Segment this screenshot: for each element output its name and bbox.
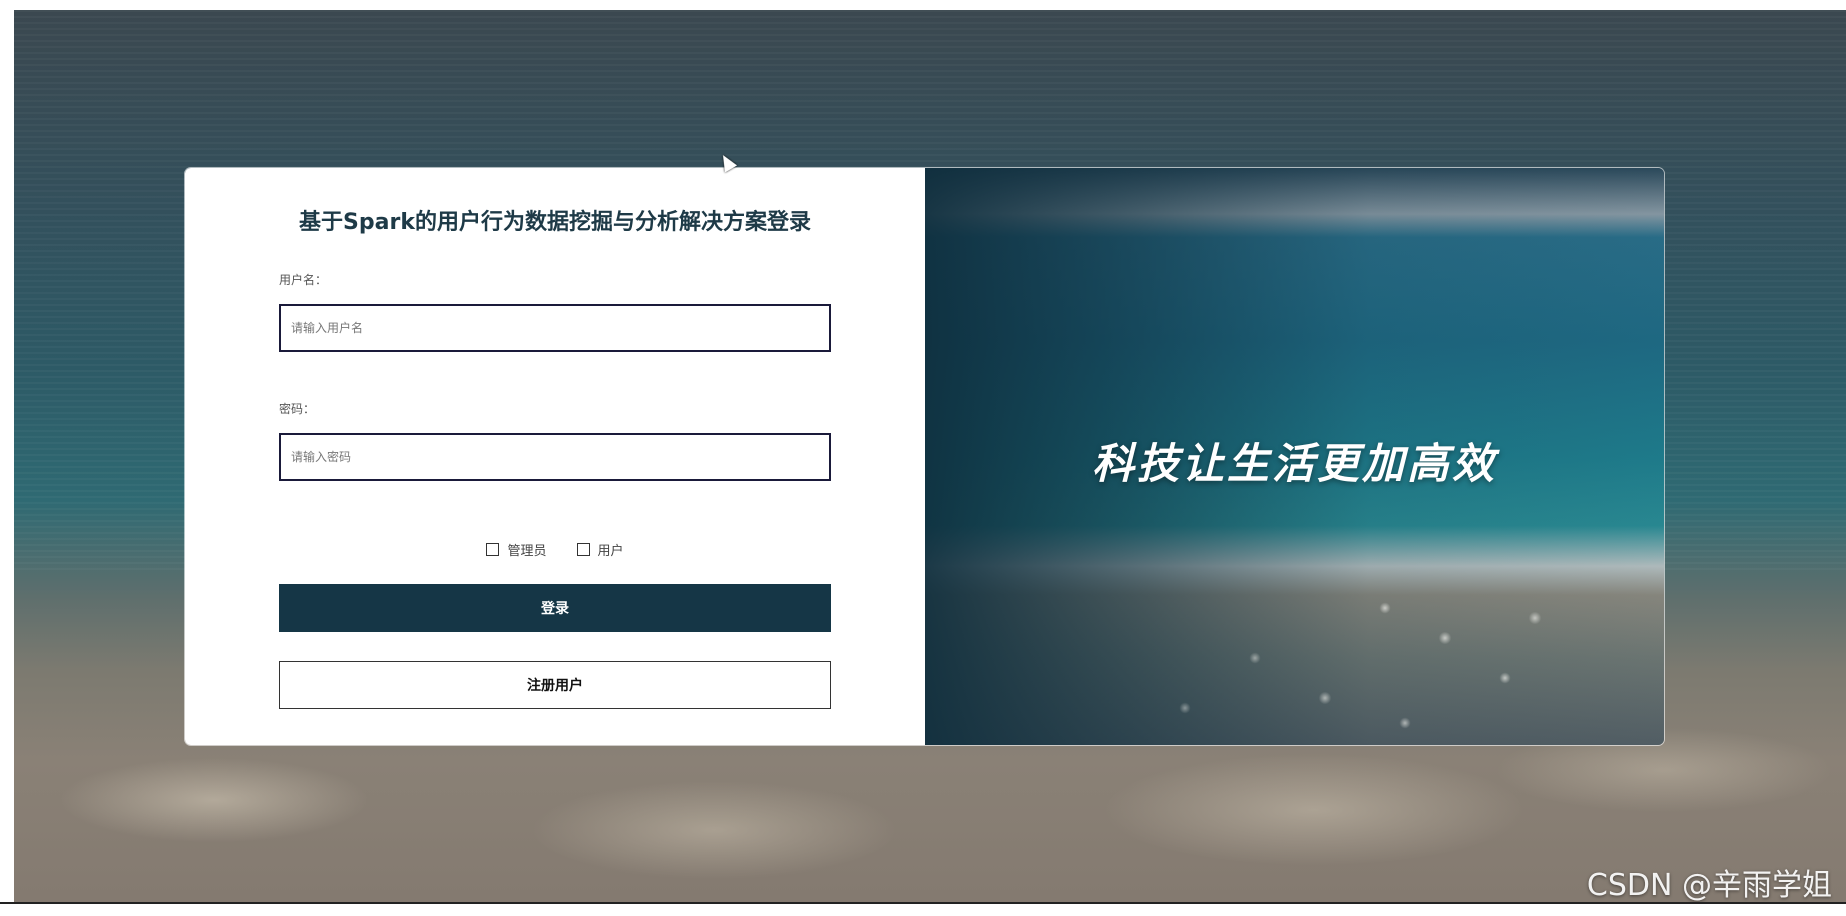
bottom-edge <box>0 902 1846 916</box>
admin-checkbox[interactable] <box>486 543 500 556</box>
hero-slogan: 科技让生活更加高效 <box>1091 439 1497 488</box>
role-selector: 管理员 用户 <box>185 540 925 559</box>
hero-image-panel: 科技让生活更加高效 <box>925 168 1664 745</box>
password-label: 密码： <box>279 402 316 416</box>
page-title: 基于Spark的用户行为数据挖掘与分析解决方案登录 <box>299 210 811 235</box>
left-edge <box>0 0 14 916</box>
top-edge <box>0 0 1846 10</box>
login-form-panel: 基于Spark的用户行为数据挖掘与分析解决方案登录 用户名： 密码： 管理员 用… <box>185 168 925 745</box>
role-option-admin[interactable]: 管理员 <box>486 540 547 559</box>
role-option-user[interactable]: 用户 <box>576 540 624 559</box>
login-button[interactable]: 登录 <box>279 584 831 632</box>
register-button[interactable]: 注册用户 <box>279 661 831 709</box>
password-input[interactable] <box>279 433 831 481</box>
username-input[interactable] <box>279 304 831 352</box>
admin-role-label: 管理员 <box>507 544 547 559</box>
watermark-text: CSDN @辛雨学姐 <box>1586 868 1832 903</box>
login-card: 基于Spark的用户行为数据挖掘与分析解决方案登录 用户名： 密码： 管理员 用… <box>185 168 1664 745</box>
username-label: 用户名： <box>279 273 328 287</box>
beach-texture <box>925 548 1664 745</box>
user-role-label: 用户 <box>597 544 624 559</box>
user-checkbox[interactable] <box>576 543 590 556</box>
